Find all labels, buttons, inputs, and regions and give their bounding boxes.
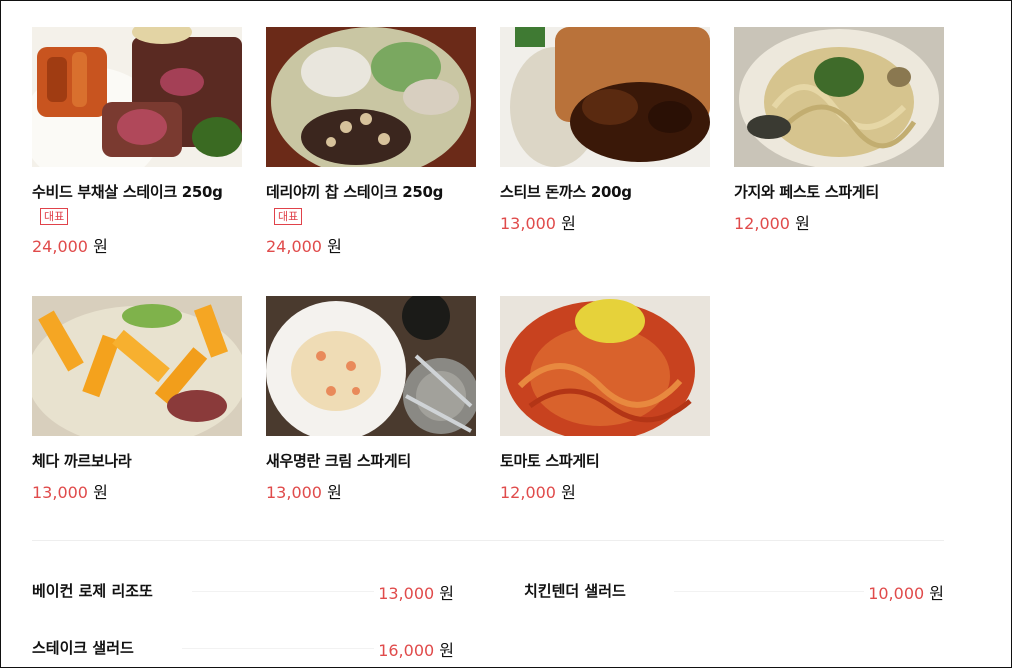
menu-image-steak[interactable] bbox=[32, 27, 242, 167]
menu-name[interactable]: 스티브 돈까스 200g bbox=[500, 181, 712, 202]
dotted-leader bbox=[674, 591, 864, 592]
menu-price: 24,000 원 bbox=[266, 237, 342, 256]
menu-card[interactable]: 가지와 페스토 스파게티 12,000 원 bbox=[734, 27, 946, 234]
list-item[interactable]: 치킨텐더 샐러드 10,000 원 bbox=[524, 580, 944, 603]
menu-price: 13,000 원 bbox=[500, 214, 576, 233]
menu-name[interactable]: 수비드 부채살 스테이크 250g bbox=[32, 181, 244, 202]
signature-badge: 대표 bbox=[274, 208, 303, 225]
dotted-leader bbox=[192, 591, 374, 592]
menu-card[interactable]: 토마토 스파게티 12,000 원 bbox=[500, 296, 712, 503]
menu-card[interactable]: 새우명란 크림 스파게티 13,000 원 bbox=[266, 296, 478, 503]
menu-image-carbonara[interactable] bbox=[32, 296, 242, 436]
menu-card[interactable]: 수비드 부채살 스테이크 250g 대표 24,000 원 bbox=[32, 27, 244, 257]
menu-image-pork-cutlet[interactable] bbox=[500, 27, 710, 167]
menu-name[interactable]: 새우명란 크림 스파게티 bbox=[266, 450, 478, 471]
list-item-price: 16,000 원 bbox=[378, 641, 454, 660]
menu-image-pesto-pasta[interactable] bbox=[734, 27, 944, 167]
menu-price: 12,000 원 bbox=[734, 214, 810, 233]
list-item-name[interactable]: 치킨텐더 샐러드 bbox=[524, 580, 626, 601]
menu-name[interactable]: 데리야끼 찹 스테이크 250g bbox=[266, 181, 478, 202]
list-item-name[interactable]: 베이컨 로제 리조또 bbox=[32, 580, 153, 601]
menu-card[interactable]: 데리야끼 찹 스테이크 250g 대표 24,000 원 bbox=[266, 27, 478, 257]
menu-price: 13,000 원 bbox=[32, 483, 108, 502]
menu-price: 24,000 원 bbox=[32, 237, 108, 256]
list-item-price: 10,000 원 bbox=[868, 584, 944, 603]
menu-image-shrimp-cream-pasta[interactable] bbox=[266, 296, 476, 436]
menu-card[interactable]: 체다 까르보나라 13,000 원 bbox=[32, 296, 244, 503]
menu-price: 13,000 원 bbox=[266, 483, 342, 502]
section-divider bbox=[32, 540, 944, 541]
menu-name[interactable]: 체다 까르보나라 bbox=[32, 450, 244, 471]
signature-badge: 대표 bbox=[40, 208, 69, 225]
list-item-name[interactable]: 스테이크 샐러드 bbox=[32, 637, 134, 658]
list-item[interactable]: 베이컨 로제 리조또 13,000 원 bbox=[32, 580, 454, 603]
list-item[interactable]: 스테이크 샐러드 16,000 원 bbox=[32, 637, 454, 660]
menu-card[interactable]: 스티브 돈까스 200g 13,000 원 bbox=[500, 27, 712, 234]
dotted-leader bbox=[182, 648, 374, 649]
menu-price: 12,000 원 bbox=[500, 483, 576, 502]
list-item-price: 13,000 원 bbox=[378, 584, 454, 603]
menu-name[interactable]: 가지와 페스토 스파게티 bbox=[734, 181, 946, 202]
menu-name[interactable]: 토마토 스파게티 bbox=[500, 450, 712, 471]
menu-image-tomato-pasta[interactable] bbox=[500, 296, 710, 436]
menu-image-chop-steak[interactable] bbox=[266, 27, 476, 167]
